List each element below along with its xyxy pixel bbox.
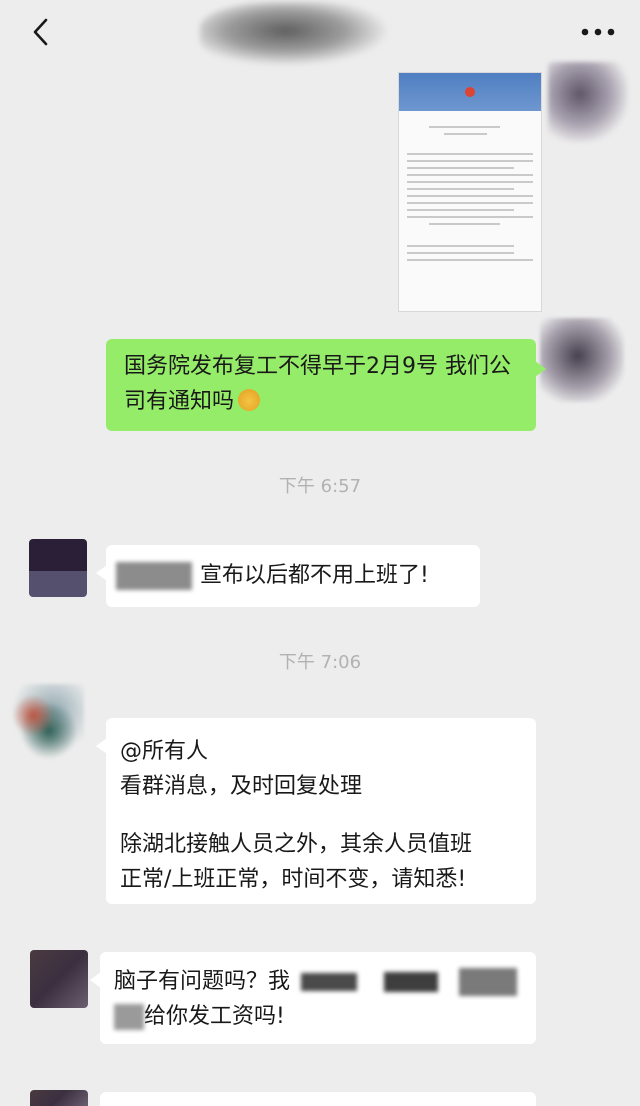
doc-text-line <box>407 181 533 183</box>
self-avatar[interactable] <box>548 62 628 142</box>
contact-avatar[interactable] <box>30 1090 88 1106</box>
doc-text-line <box>407 167 514 169</box>
doc-text-line <box>407 209 514 211</box>
timestamp: 下午 6:57 <box>278 476 362 497</box>
doc-text-line <box>407 160 533 162</box>
self-avatar[interactable] <box>540 318 624 402</box>
screenshot-image-message[interactable] <box>398 72 542 312</box>
emoji-icon <box>238 389 261 411</box>
doc-text-line <box>407 245 514 247</box>
redacted-text <box>301 973 358 991</box>
document-banner <box>399 73 541 111</box>
redacted-text <box>459 968 518 996</box>
more-button[interactable] <box>578 14 618 50</box>
message-bubble-self[interactable]: 国务院发布复工不得早于2月9号 我们公司有通知吗 <box>106 339 546 431</box>
message-bubble-other[interactable] <box>100 1092 536 1106</box>
doc-text-line <box>407 188 514 190</box>
message-text: 正常/上班正常，时间不变，请知悉! <box>120 867 467 892</box>
contact-avatar[interactable] <box>6 684 84 762</box>
doc-text-line <box>407 195 533 197</box>
redacted-text <box>384 972 439 992</box>
contact-avatar[interactable] <box>30 950 88 1008</box>
redacted-text <box>116 562 192 590</box>
doc-text-line <box>429 223 500 225</box>
doc-text-line <box>407 202 533 204</box>
message-text: 看群消息，及时回复处理 <box>120 774 363 799</box>
message-bubble-other[interactable]: 脑子有问题吗？我 给你发工资吗! <box>90 952 536 1044</box>
timestamp: 下午 7:06 <box>278 652 362 673</box>
chevron-left-icon <box>33 18 48 46</box>
more-dots-icon <box>581 28 615 36</box>
message-text: 国务院发布复工不得早于2月9号 我们公司有通知吗 <box>124 354 511 414</box>
message-text: 宣布以后都不用上班了! <box>200 563 429 588</box>
doc-text-line <box>407 153 533 155</box>
doc-text-line <box>407 216 533 218</box>
redacted-text <box>114 1004 144 1030</box>
message-text: 除湖北接触人员之外，其余人员值班 <box>120 832 473 857</box>
message-text: 脑子有问题吗？我 <box>114 969 291 994</box>
doc-text-line <box>407 259 533 261</box>
mention-line[interactable]: @所有人 <box>120 734 522 769</box>
chat-title-redacted <box>200 2 390 66</box>
message-text: 给你发工资吗! <box>144 1004 285 1029</box>
back-button[interactable] <box>22 14 58 50</box>
message-bubble-other[interactable]: 宣布以后都不用上班了! <box>96 545 480 607</box>
doc-text-line <box>429 126 500 128</box>
contact-avatar[interactable] <box>29 539 87 597</box>
doc-text-line <box>444 133 487 135</box>
doc-text-line <box>407 252 514 254</box>
doc-text-line <box>407 174 533 176</box>
chat-header <box>0 0 640 66</box>
message-bubble-other[interactable]: @所有人 看群消息，及时回复处理 除湖北接触人员之外，其余人员值班 正常/上班正… <box>96 718 536 904</box>
emblem-icon <box>465 87 475 97</box>
